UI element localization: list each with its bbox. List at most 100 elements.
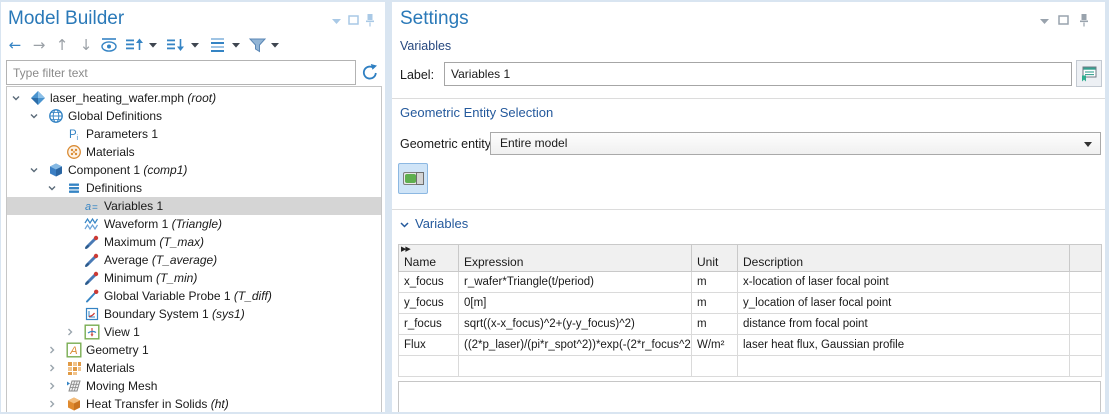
move-down-arrow-icon[interactable]: ↓ [78, 33, 94, 57]
panel-menu-chevron-icon[interactable] [332, 19, 341, 24]
view-icon [84, 324, 100, 340]
moving-mesh-icon [66, 378, 82, 394]
chevron-expanded-icon[interactable] [30, 112, 38, 120]
chevron-expanded-icon[interactable] [30, 166, 38, 174]
svg-text:a: a [85, 201, 91, 213]
tree-item-maximum[interactable]: Maximum (T_max) [7, 233, 381, 251]
label-field-caption: Label: [400, 68, 434, 82]
table-cell[interactable]: laser heat flux, Gaussian profile [738, 335, 1070, 356]
table-cell[interactable]: sqrt((x-x_focus)^2+(y-y_focus)^2) [459, 314, 692, 335]
variables-row[interactable]: y_focus0[m]my_location of laser focal po… [399, 293, 1102, 314]
tree-item-minimum[interactable]: Minimum (T_min) [7, 269, 381, 287]
probe-icon [84, 270, 100, 286]
tree-item-average[interactable]: Average (T_average) [7, 251, 381, 269]
tree-item-heat-transfer-in-solids[interactable]: Heat Transfer in Solids (ht) [7, 395, 381, 412]
table-cell-spare [1070, 293, 1102, 314]
show-eye-icon[interactable] [99, 33, 120, 57]
materials-global-icon [66, 144, 82, 160]
table-cell[interactable]: x_focus [399, 272, 459, 293]
table-cell[interactable]: m [692, 314, 738, 335]
tree-item-view-1[interactable]: View 1 [7, 323, 381, 341]
table-cell[interactable]: Flux [399, 335, 459, 356]
tree-item-component-1[interactable]: Component 1 (comp1) [7, 161, 381, 179]
filter-dropdown-icon[interactable] [270, 33, 280, 57]
chevron-expanded-icon[interactable] [12, 94, 20, 102]
geometric-entity-level-select[interactable]: Entire model [490, 132, 1101, 155]
column-header-expression[interactable]: Expression [459, 245, 692, 272]
tree-item-materials[interactable]: Materials [7, 143, 381, 161]
tree-item-label: Moving Mesh [86, 377, 157, 395]
variables-table: ▶▶NameExpressionUnitDescriptionx_focusr_… [398, 244, 1102, 377]
column-header-name[interactable]: ▶▶Name [399, 245, 459, 272]
tree-item-materials[interactable]: Materials [7, 359, 381, 377]
table-cell[interactable]: y_focus [399, 293, 459, 314]
global-probe-icon [84, 288, 100, 304]
comsol-window: Model Builder ← → ↑ ↓ [0, 0, 1109, 414]
table-cell[interactable]: y_location of laser focal point [738, 293, 1070, 314]
tree-item-waveform-1[interactable]: Waveform 1 (Triangle) [7, 215, 381, 233]
combo-caret-icon [1084, 142, 1092, 147]
float-window-icon[interactable] [1058, 15, 1069, 25]
tree-item-definitions[interactable]: Definitions [7, 179, 381, 197]
node-sections-icon[interactable] [209, 33, 227, 57]
label-input[interactable] [444, 62, 1072, 86]
filter-funnel-icon[interactable] [247, 33, 267, 57]
table-cell[interactable]: r_wafer*Triangle(t/period) [459, 272, 692, 293]
rename-label-button[interactable] [1076, 60, 1102, 87]
tree-item-parameters-1[interactable]: PiParameters 1 [7, 125, 381, 143]
tree-item-variables-1[interactable]: a=Variables 1 [7, 197, 381, 215]
chevron-collapsed-icon[interactable] [48, 364, 56, 372]
collapse-all-dropdown-icon[interactable] [190, 33, 200, 57]
float-window-icon[interactable] [348, 15, 359, 25]
forward-arrow-icon[interactable]: → [29, 33, 49, 57]
refresh-icon[interactable] [361, 63, 379, 81]
tree-item-boundary-system-1[interactable]: Boundary System 1 (sys1) [7, 305, 381, 323]
column-header-description[interactable]: Description [738, 245, 1070, 272]
heat-transfer-icon [66, 396, 82, 412]
pin-icon[interactable] [365, 14, 375, 27]
table-cell[interactable] [399, 356, 459, 377]
tree-item-global-variable-probe-1[interactable]: Global Variable Probe 1 (T_diff) [7, 287, 381, 305]
node-sections-dropdown-icon[interactable] [231, 33, 241, 57]
variables-row[interactable]: x_focusr_wafer*Triangle(t/period)mx-loca… [399, 272, 1102, 293]
chevron-collapsed-icon[interactable] [66, 328, 74, 336]
chevron-collapsed-icon[interactable] [48, 382, 56, 390]
move-up-arrow-icon[interactable]: ↑ [54, 33, 70, 57]
table-cell[interactable]: x-location of laser focal point [738, 272, 1070, 293]
tree-item-label: Geometry 1 [86, 341, 149, 359]
tree-item-moving-mesh[interactable]: Moving Mesh [7, 377, 381, 395]
variables-row[interactable]: Flux((2*p_laser)/(pi*r_spot^2))*exp(-(2*… [399, 335, 1102, 356]
tree-filter-input[interactable] [6, 60, 356, 85]
table-cell[interactable]: distance from focal point [738, 314, 1070, 335]
chevron-expanded-icon[interactable] [48, 184, 56, 192]
model-builder-panel: Model Builder ← → ↑ ↓ [1, 2, 385, 412]
definitions-icon [66, 180, 82, 196]
table-cell[interactable] [692, 356, 738, 377]
table-cell[interactable]: W/m² [692, 335, 738, 356]
table-cell[interactable]: ((2*p_laser)/(pi*r_spot^2))*exp(-(2*r_fo… [459, 335, 692, 356]
tree-item-laser-heating-wafer-mph[interactable]: laser_heating_wafer.mph (root) [7, 89, 381, 107]
expand-all-icon[interactable] [125, 33, 145, 57]
collapse-all-icon[interactable] [166, 33, 186, 57]
table-cell[interactable]: r_focus [399, 314, 459, 335]
table-cell[interactable]: m [692, 293, 738, 314]
variables-row[interactable]: r_focussqrt((x-x_focus)^2+(y-y_focus)^2)… [399, 314, 1102, 335]
active-selection-toggle-button[interactable] [398, 163, 428, 194]
variables-section-chevron-icon[interactable] [400, 222, 409, 228]
table-cell[interactable] [459, 356, 692, 377]
table-cell[interactable] [738, 356, 1070, 377]
table-cell[interactable]: 0[m] [459, 293, 692, 314]
back-arrow-icon[interactable]: ← [5, 33, 25, 57]
probe-icon [84, 234, 100, 250]
expand-all-dropdown-icon[interactable] [148, 33, 158, 57]
panel-menu-chevron-icon[interactable] [1040, 19, 1049, 24]
chevron-collapsed-icon[interactable] [48, 400, 56, 408]
tree-item-global-definitions[interactable]: Global Definitions [7, 107, 381, 125]
tree-item-geometry-1[interactable]: AGeometry 1 [7, 341, 381, 359]
chevron-collapsed-icon[interactable] [48, 346, 56, 354]
variables-row-empty[interactable] [399, 356, 1102, 377]
column-header-unit[interactable]: Unit [692, 245, 738, 272]
table-cell[interactable]: m [692, 272, 738, 293]
tree-item-label: Materials [86, 143, 135, 161]
pin-icon[interactable] [1079, 14, 1089, 27]
